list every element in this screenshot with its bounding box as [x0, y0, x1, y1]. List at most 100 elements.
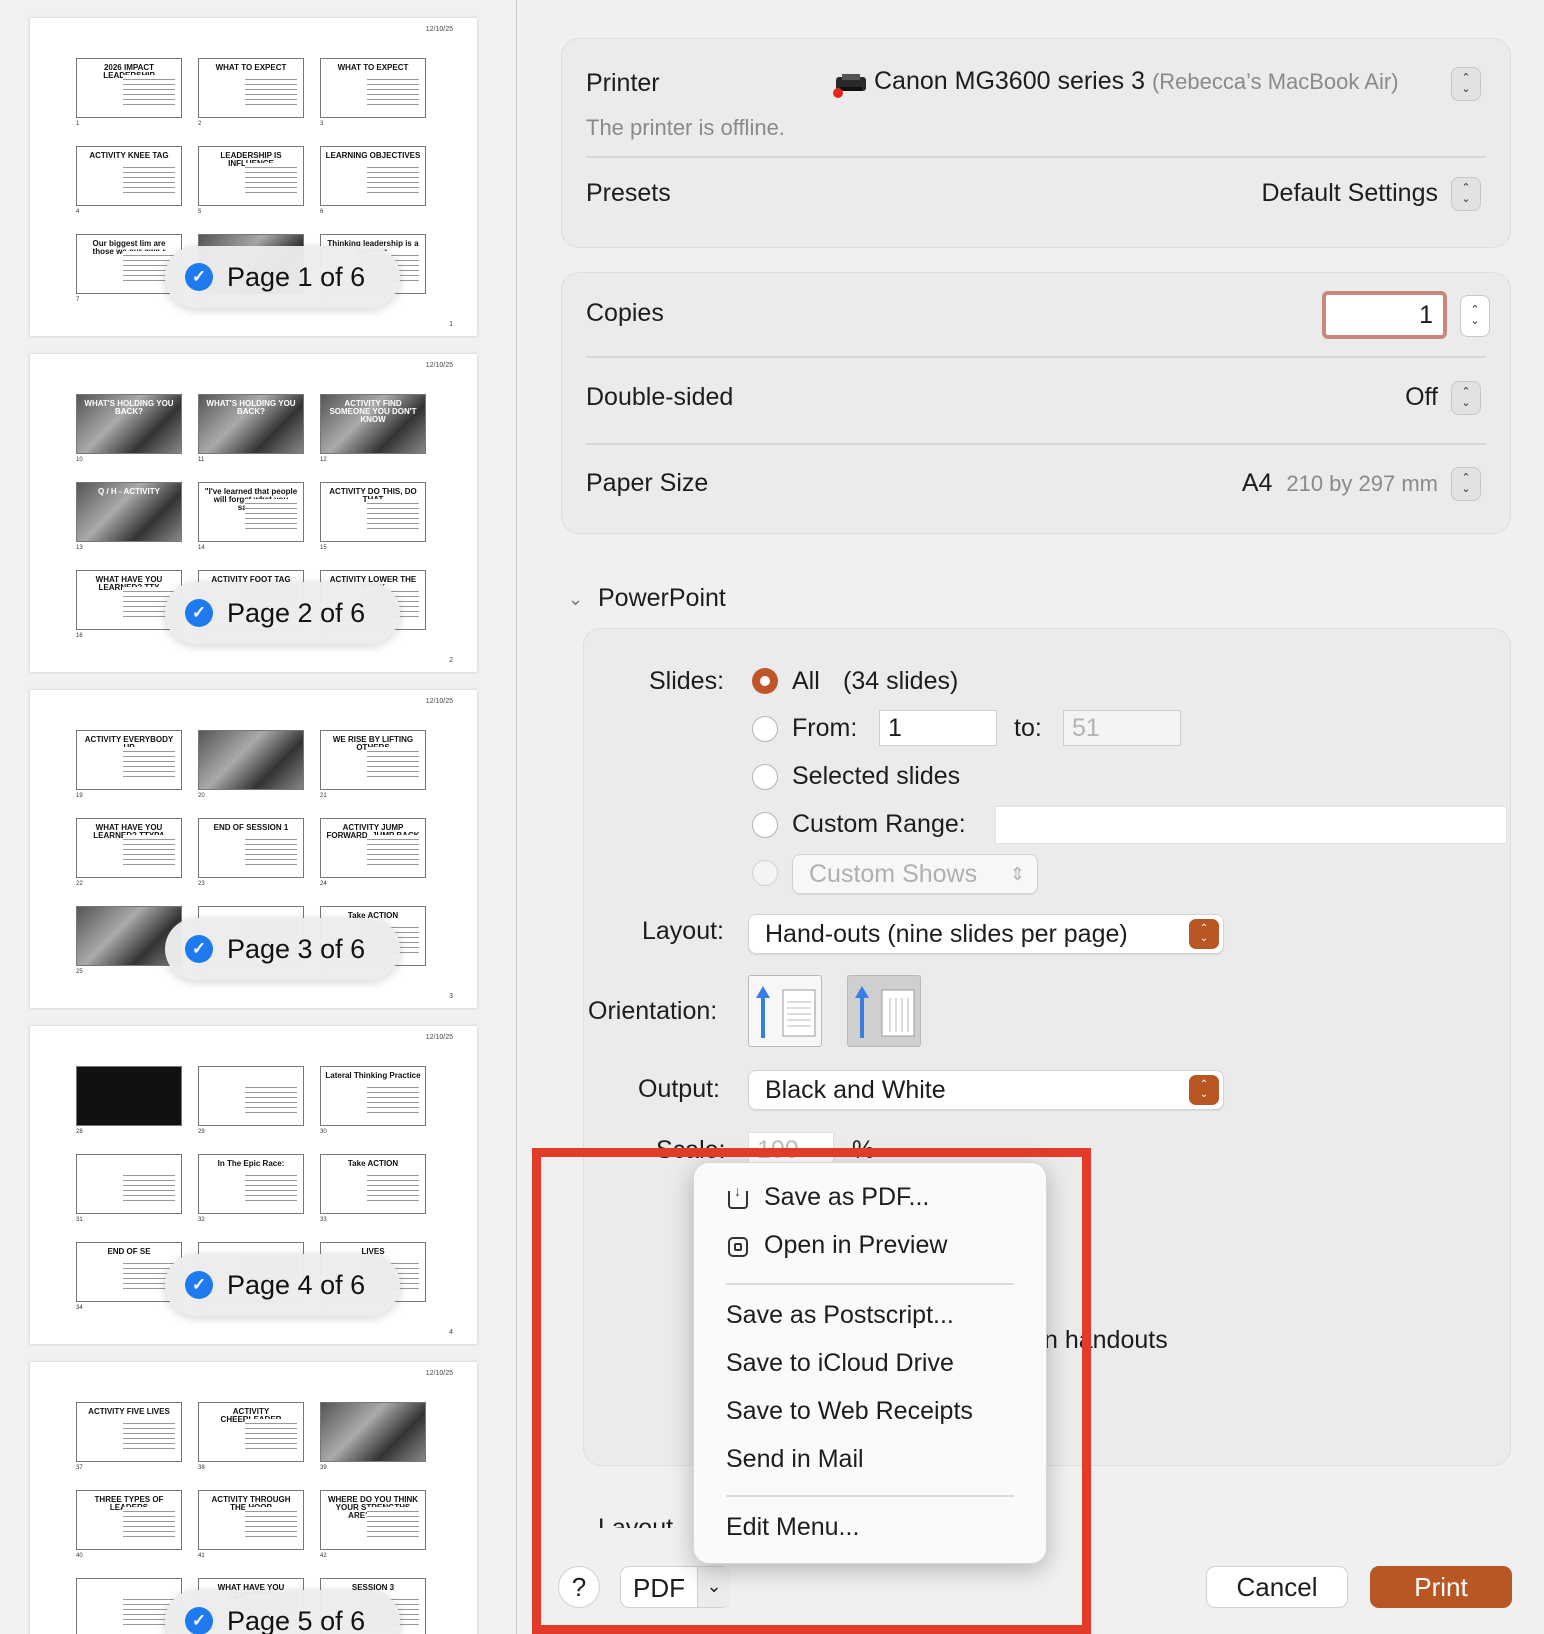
slide-text-lines: [123, 75, 175, 105]
slides-selected-label[interactable]: Selected slides: [792, 762, 960, 791]
slide-text-lines: [245, 499, 297, 529]
presets-popup-arrows[interactable]: ⌃ ⌄: [1451, 177, 1481, 211]
slide-text-lines: [245, 1171, 297, 1201]
printer-label: Printer: [586, 69, 660, 97]
slide-thumbnail: Q / H - ACTIVITY: [76, 482, 182, 542]
slide-thumbnail-title: END OF SESSION 1: [213, 823, 289, 832]
page-selected-badge[interactable]: ✓ Page 3 of 6: [165, 918, 400, 980]
slides-to-label: to:: [1014, 714, 1042, 742]
slide-text-lines: [367, 1083, 419, 1113]
slide-number: 32: [198, 1217, 205, 1223]
printer-host: (Rebecca’s MacBook Air): [1151, 69, 1399, 94]
powerpoint-section-title[interactable]: PowerPoint: [598, 584, 726, 613]
slide-thumbnail-title: WHAT'S HOLDING YOU BACK?: [84, 399, 174, 416]
slides-all-radio[interactable]: [752, 668, 778, 694]
slides-selected-radio[interactable]: [752, 764, 778, 790]
slide-thumbnail: Take ACTION: [320, 1154, 426, 1214]
highlight-annotation-box: [532, 1148, 1091, 1634]
custom-range-input[interactable]: [995, 806, 1507, 844]
slides-custom-shows-radio: [752, 860, 778, 886]
page-selected-badge[interactable]: ✓ Page 2 of 6: [165, 582, 400, 644]
cancel-label: Cancel: [1236, 1571, 1318, 1602]
page-number: 2: [449, 657, 453, 664]
preview-page[interactable]: 12/10/25 4 28 29 Lateral Thinking Practice 30…: [30, 1026, 477, 1344]
chevron-down-icon[interactable]: ⌄: [568, 589, 583, 610]
slides-custom-range-label[interactable]: Custom Range:: [792, 810, 966, 839]
divider: [586, 356, 1486, 358]
preview-page[interactable]: 12/10/255ACTIVITY FIVE LIVES37ACTIVITY C…: [30, 1362, 477, 1634]
slides-custom-range-radio[interactable]: [752, 812, 778, 838]
orientation-landscape-button[interactable]: [847, 975, 921, 1047]
output-popup[interactable]: Black and White ⌃ ⌄: [748, 1070, 1224, 1110]
slide-thumbnail: WHAT TO EXPECT: [198, 58, 304, 118]
copies-stepper[interactable]: ⌃ ⌄: [1460, 295, 1490, 337]
slides-from-radio[interactable]: [752, 716, 778, 742]
double-sided-value[interactable]: Off: [1405, 383, 1438, 412]
page-badge-label: Page 1 of 6: [227, 261, 366, 292]
printer-select[interactable]: Canon MG3600 series 3 (Rebecca’s MacBook…: [874, 67, 1399, 96]
slide-number: 28: [76, 1129, 83, 1135]
layout-label: Layout:: [642, 917, 725, 945]
slides-to-input[interactable]: 51: [1063, 710, 1181, 746]
printer-popup-arrows[interactable]: ⌃ ⌄: [1451, 67, 1481, 101]
slide-text-lines: [367, 499, 419, 529]
layout-popup-arrows: ⌃ ⌄: [1189, 919, 1219, 949]
slide-number: 31: [76, 1217, 83, 1223]
paper-size-popup-arrows[interactable]: ⌃ ⌄: [1451, 467, 1481, 501]
presets-label: Presets: [586, 179, 671, 207]
slide-number: 16: [76, 633, 83, 639]
print-label: Print: [1414, 1571, 1468, 1602]
orientation-portrait-button[interactable]: [748, 975, 822, 1047]
printer-icon: [832, 73, 868, 98]
slide-thumbnail: WHAT TO EXPECT: [320, 58, 426, 118]
presets-value[interactable]: Default Settings: [1262, 179, 1439, 208]
cancel-button[interactable]: Cancel: [1206, 1566, 1348, 1608]
slide-number: 21: [320, 793, 327, 799]
preview-page[interactable]: 12/10/25 3 ACTIVITY EVERYBODY UP 19 20 WE RIS…: [30, 690, 477, 1008]
print-preview-pane[interactable]: 12/10/25 1 2026 IMPACT LEADERSHIP 1 WHAT TO …: [0, 0, 517, 1634]
page-badge-label: Page 2 of 6: [227, 597, 366, 628]
slide-thumbnail-title: ACTIVITY FIND SOMEONE YOU DON'T KNOW: [329, 399, 417, 424]
copies-input[interactable]: 1: [1322, 291, 1447, 339]
slide-thumbnail: Lateral Thinking Practice: [320, 1066, 426, 1126]
preview-page[interactable]: 12/10/25 2 WHAT'S HOLDING YOU BACK? 10 WHAT'…: [30, 354, 477, 672]
slide-number: 6: [320, 209, 324, 215]
page-badge-label: Page 4 of 6: [227, 1269, 366, 1300]
slide-number: 13: [76, 545, 83, 551]
slide-number: 23: [198, 881, 205, 887]
page-date: 12/10/25: [425, 1034, 453, 1041]
slide-text-lines: [245, 163, 297, 193]
slide-number: 41: [198, 1553, 205, 1559]
slides-to-value: 51: [1072, 714, 1100, 742]
slide-number: 29: [198, 1129, 205, 1135]
slide-thumbnail: ACTIVITY KNEE TAG: [76, 146, 182, 206]
layout-popup[interactable]: Hand-outs (nine slides per page) ⌃ ⌄: [748, 914, 1224, 954]
slides-from-input[interactable]: 1: [879, 710, 997, 746]
slide-thumbnail-title: Lateral Thinking Practice: [325, 1071, 421, 1080]
paper-size-value[interactable]: A4 210 by 297 mm: [1242, 469, 1438, 498]
slide-thumbnail-title: LEARNING OBJECTIVES: [325, 151, 421, 160]
slide-thumbnail: ACTIVITY JUMP FORWARD, JUMP BACK: [320, 818, 426, 878]
slide-thumbnail: 2026 IMPACT LEADERSHIP: [76, 58, 182, 118]
double-sided-popup-arrows[interactable]: ⌃ ⌄: [1451, 381, 1481, 415]
print-button[interactable]: Print: [1370, 1566, 1512, 1608]
page-number: 1: [449, 321, 453, 328]
page-selected-badge[interactable]: ✓ Page 5 of 6: [165, 1590, 400, 1634]
slide-thumbnail: ACTIVITY FIVE LIVES: [76, 1402, 182, 1462]
slides-count: (34 slides): [843, 667, 959, 695]
slide-number: 30: [320, 1129, 327, 1135]
checkmark-icon: ✓: [185, 1271, 213, 1299]
slide-number: 38: [198, 1465, 205, 1471]
slide-number: 14: [198, 545, 205, 551]
page-selected-badge[interactable]: ✓ Page 4 of 6: [165, 1254, 400, 1316]
slide-text-lines: [123, 163, 175, 193]
page-selected-badge[interactable]: ✓ Page 1 of 6: [165, 246, 400, 308]
slides-all-label[interactable]: All: [792, 667, 820, 696]
double-sided-label: Double-sided: [586, 383, 734, 411]
copies-value: 1: [1419, 301, 1433, 329]
slide-number: 19: [76, 793, 83, 799]
slide-text-lines: [123, 835, 175, 865]
custom-shows-label: Custom Shows: [809, 860, 978, 888]
preview-page[interactable]: 12/10/25 1 2026 IMPACT LEADERSHIP 1 WHAT TO …: [30, 18, 477, 336]
copies-label: Copies: [586, 299, 664, 327]
